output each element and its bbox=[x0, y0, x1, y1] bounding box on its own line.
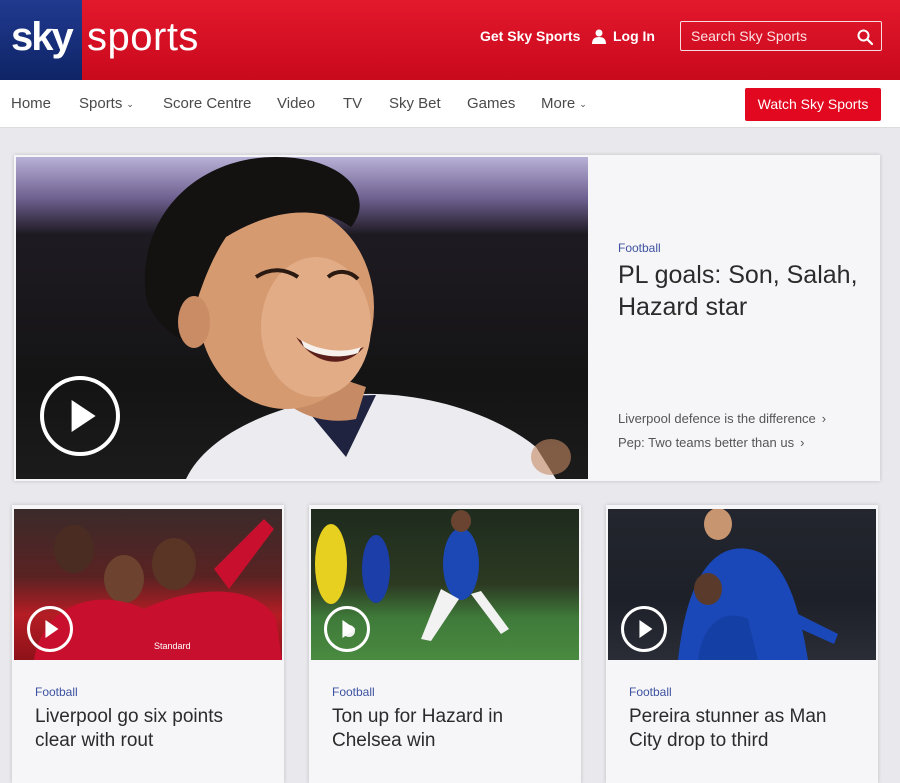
play-icon[interactable] bbox=[40, 376, 120, 456]
chevron-down-icon: ⌄ bbox=[579, 99, 587, 109]
log-in-link[interactable]: Log In bbox=[592, 28, 655, 44]
hero-category[interactable]: Football bbox=[618, 241, 661, 255]
nav-label: Score Centre bbox=[163, 95, 252, 112]
nav-item-sports[interactable]: Sports ⌄ bbox=[79, 95, 134, 112]
story-card[interactable]: Standard Football Liverpool go six point… bbox=[12, 505, 284, 783]
nav-label: Home bbox=[11, 95, 52, 112]
logo-sky-text: sky bbox=[11, 15, 74, 59]
story-video-thumbnail[interactable] bbox=[608, 509, 876, 660]
nav-label: Sky Bet bbox=[389, 95, 441, 112]
hero-related-link-label: Pep: Two teams better than us bbox=[618, 435, 795, 450]
main-nav: Home Sports ⌄ Score Centre Video TV Sky … bbox=[0, 80, 900, 128]
story-headline[interactable]: Pereira stunner as Man City drop to thir… bbox=[629, 705, 859, 753]
nav-label: Sports bbox=[79, 95, 123, 112]
story-category[interactable]: Football bbox=[35, 685, 78, 699]
chevron-right-icon: › bbox=[821, 411, 827, 426]
story-video-thumbnail[interactable]: Standard bbox=[14, 509, 282, 660]
nav-label: Games bbox=[467, 95, 516, 112]
nav-item-tv[interactable]: TV bbox=[343, 95, 362, 112]
logo-sports-text[interactable]: sports bbox=[87, 14, 199, 60]
nav-item-sky-bet[interactable]: Sky Bet bbox=[389, 95, 441, 112]
chevron-down-icon: ⌄ bbox=[126, 99, 134, 109]
hero-story[interactable]: Football PL goals: Son, Salah, Hazard st… bbox=[14, 155, 880, 481]
log-in-label: Log In bbox=[613, 28, 655, 44]
nav-label: TV bbox=[343, 95, 363, 112]
nav-label: More bbox=[541, 95, 576, 112]
story-category[interactable]: Football bbox=[332, 685, 375, 699]
play-icon[interactable] bbox=[621, 606, 667, 652]
play-icon[interactable] bbox=[324, 606, 370, 652]
story-headline[interactable]: Liverpool go six points clear with rout bbox=[35, 705, 265, 753]
hero-headline[interactable]: PL goals: Son, Salah, Hazard star bbox=[618, 259, 868, 323]
chevron-right-icon: › bbox=[800, 435, 805, 450]
story-card[interactable]: Football Pereira stunner as Man City dro… bbox=[606, 505, 878, 783]
nav-label: Video bbox=[277, 95, 316, 112]
watch-sky-sports-button[interactable]: Watch Sky Sports bbox=[745, 88, 881, 121]
nav-item-video[interactable]: Video bbox=[277, 95, 315, 112]
nav-item-score-centre[interactable]: Score Centre bbox=[163, 95, 251, 112]
search-icon[interactable] bbox=[857, 29, 873, 45]
get-sky-sports-link[interactable]: Get Sky Sports bbox=[480, 28, 580, 44]
story-card[interactable]: Football Ton up for Hazard in Chelsea wi… bbox=[309, 505, 581, 783]
nav-item-games[interactable]: Games bbox=[467, 95, 515, 112]
play-icon[interactable] bbox=[27, 606, 73, 652]
hero-related-link-label: Liverpool defence is the difference bbox=[618, 411, 816, 426]
hero-text-panel: Football PL goals: Son, Salah, Hazard st… bbox=[588, 155, 880, 481]
hero-related-link[interactable]: Liverpool defence is the difference › bbox=[618, 411, 826, 426]
nav-item-more[interactable]: More ⌄ bbox=[541, 95, 587, 112]
story-video-thumbnail[interactable] bbox=[311, 509, 579, 660]
user-icon bbox=[592, 29, 606, 44]
logo-sky-block[interactable]: sky bbox=[0, 0, 82, 80]
hero-related-link[interactable]: Pep: Two teams better than us › bbox=[618, 435, 804, 450]
nav-item-home[interactable]: Home bbox=[11, 95, 51, 112]
site-header: sky sports Get Sky Sports Log In bbox=[0, 0, 900, 80]
hero-video-thumbnail[interactable] bbox=[16, 157, 588, 479]
search-input[interactable] bbox=[691, 27, 851, 45]
story-category[interactable]: Football bbox=[629, 685, 672, 699]
story-headline[interactable]: Ton up for Hazard in Chelsea win bbox=[332, 705, 562, 753]
search-box[interactable] bbox=[680, 21, 882, 51]
svg-text:Standard: Standard bbox=[154, 641, 191, 651]
